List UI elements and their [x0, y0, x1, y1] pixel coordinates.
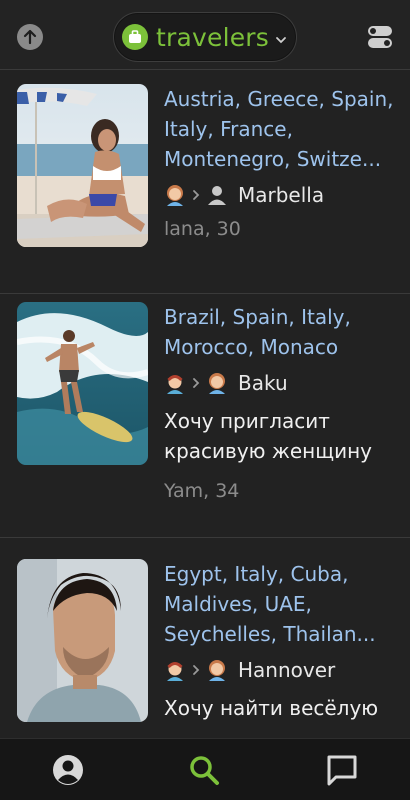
chevron-down-icon	[275, 29, 287, 48]
list-item[interactable]: Egypt, Italy, Cuba, Maldives, UAE, Seych…	[0, 538, 410, 738]
countries-list[interactable]: Austria, Greece, Spain, Italy, France, M…	[164, 84, 400, 174]
suitcase-icon	[122, 24, 148, 50]
bottom-tab-bar	[0, 738, 410, 800]
destination-city: Marbella	[238, 183, 325, 207]
arrow-up-icon[interactable]	[17, 24, 43, 50]
man-avatar-icon	[164, 372, 186, 394]
brand-title: travelers	[156, 22, 270, 52]
person-silhouette-icon	[206, 184, 228, 206]
profile-photo[interactable]	[17, 559, 148, 722]
profile-photo[interactable]	[17, 84, 148, 247]
man-avatar-icon	[164, 659, 186, 681]
profile-photo[interactable]	[17, 302, 148, 465]
route: Hannover	[164, 655, 400, 685]
card-info: Austria, Greece, Spain, Italy, France, M…	[164, 84, 400, 240]
card-info: Egypt, Italy, Cuba, Maldives, UAE, Seych…	[164, 559, 400, 723]
chevron-right-icon	[192, 374, 200, 393]
card-info: Brazil, Spain, Italy, Morocco, Monaco Ba…	[164, 302, 400, 502]
brand-switcher[interactable]: travelers	[113, 12, 297, 62]
chevron-right-icon	[192, 661, 200, 680]
countries-list[interactable]: Egypt, Italy, Cuba, Maldives, UAE, Seych…	[164, 559, 400, 649]
trip-message: Хочу найти весёлую	[164, 696, 379, 720]
woman-avatar-icon	[206, 659, 228, 681]
chevron-right-icon	[192, 186, 200, 205]
toggle-settings-icon[interactable]	[365, 24, 395, 50]
list-item[interactable]: Austria, Greece, Spain, Italy, France, M…	[0, 71, 410, 294]
route: Baku	[164, 368, 400, 398]
destination-city: Baku	[238, 371, 288, 395]
trip-message: Хочу пригласит красивую женщину	[164, 409, 372, 463]
woman-avatar-icon	[206, 372, 228, 394]
countries-list[interactable]: Brazil, Spain, Italy, Morocco, Monaco	[164, 302, 400, 362]
chat-icon[interactable]	[325, 753, 359, 787]
list-item[interactable]: Brazil, Spain, Italy, Morocco, Monaco Ba…	[0, 294, 410, 538]
user-name-age: lana, 30	[164, 218, 241, 240]
route: Marbella	[164, 180, 400, 210]
profile-icon[interactable]	[51, 753, 85, 787]
travelers-feed[interactable]: Austria, Greece, Spain, Italy, France, M…	[0, 71, 410, 738]
user-name-age: Yam, 34	[164, 480, 240, 502]
woman-avatar-icon	[164, 184, 186, 206]
search-icon[interactable]	[187, 753, 221, 787]
destination-city: Hannover	[238, 658, 336, 682]
app-header: travelers	[0, 0, 410, 70]
